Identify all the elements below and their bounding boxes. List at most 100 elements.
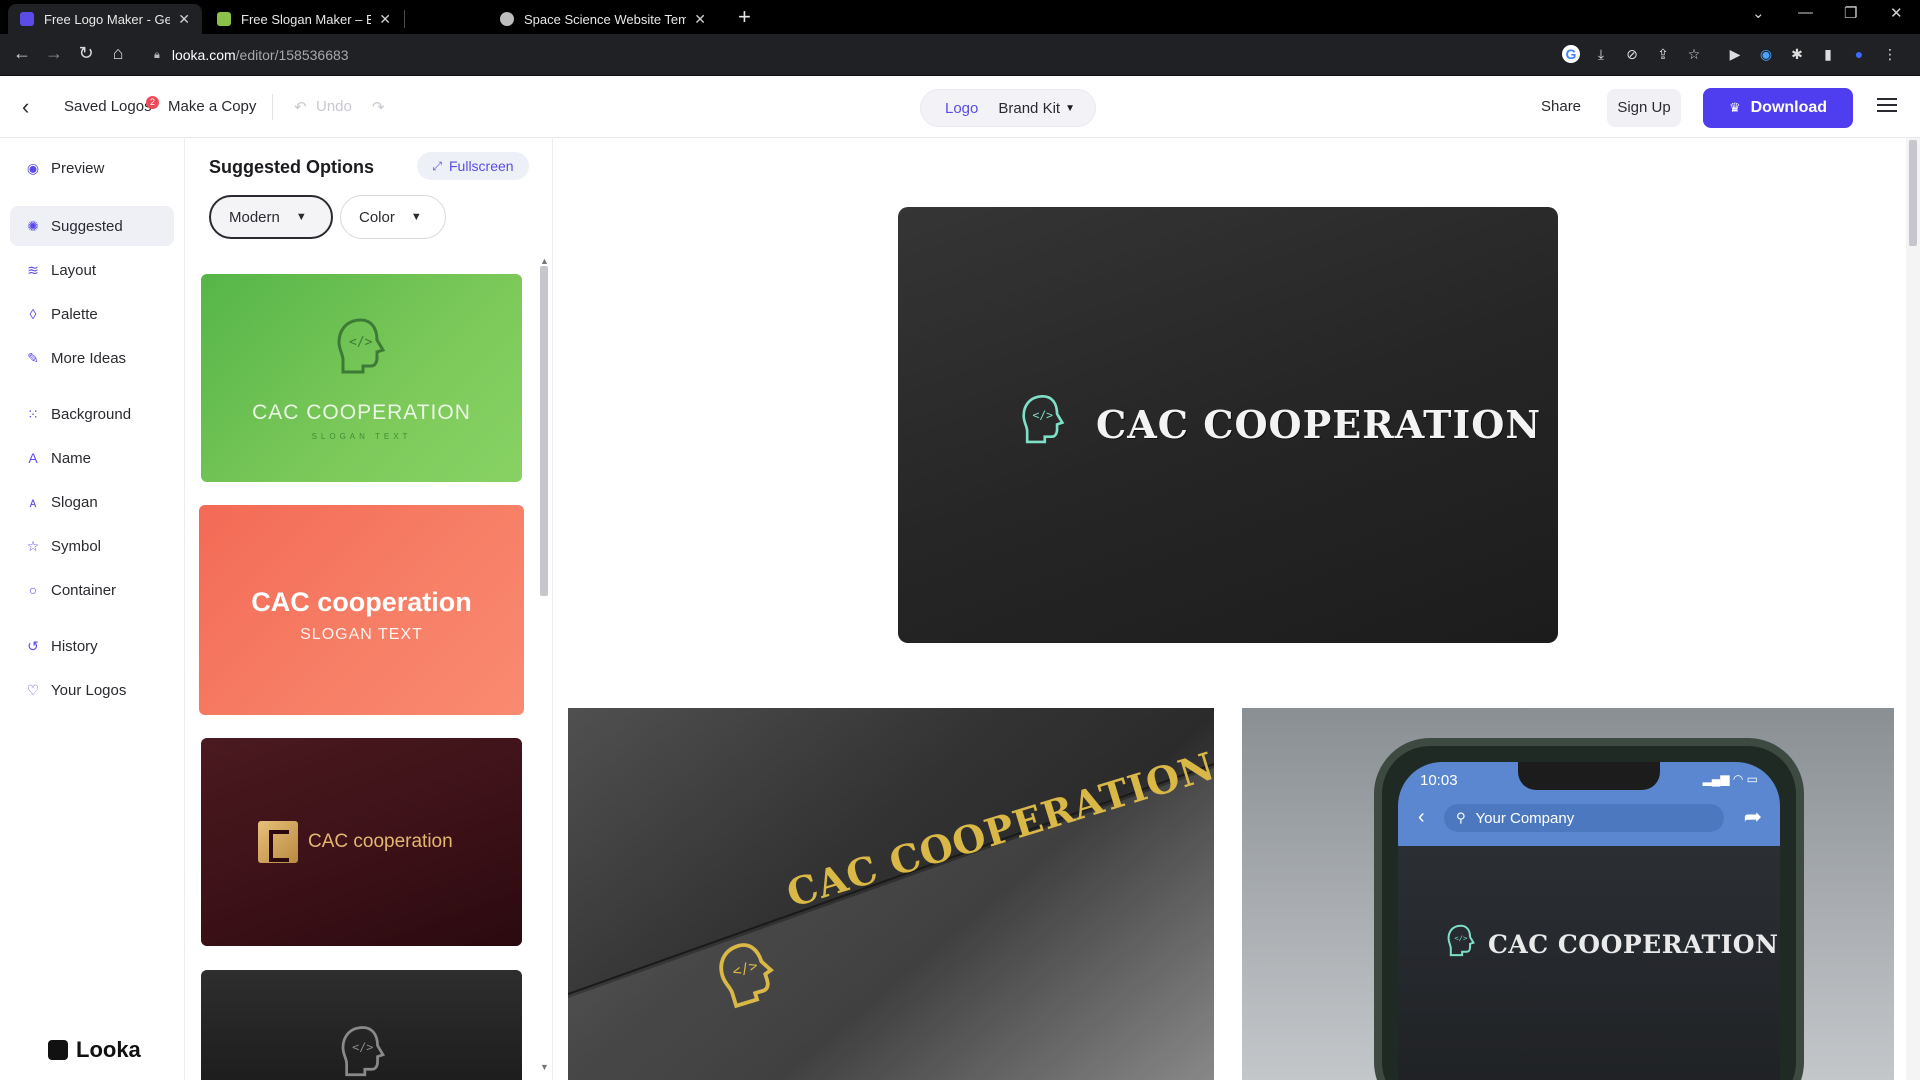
sidebar-item-preview[interactable]: ◉ Preview: [10, 148, 174, 188]
main-logo-preview[interactable]: </> CAC COOPERATION: [898, 207, 1558, 643]
side-panel-icon[interactable]: ▮: [1819, 45, 1837, 63]
bookmark-star-icon[interactable]: ☆: [1685, 45, 1703, 63]
url-input[interactable]: 🔒︎ looka.com /editor/158536683: [140, 40, 1540, 70]
tab-search-icon[interactable]: ⌄: [1752, 4, 1765, 22]
scroll-up-icon[interactable]: ▲: [540, 256, 549, 266]
phone-search-text: Your Company: [1475, 809, 1575, 827]
sidebar-item-suggested[interactable]: ✺ Suggested: [10, 206, 174, 246]
install-icon[interactable]: ⤓: [1592, 45, 1610, 63]
svg-text:</>: </>: [352, 1040, 373, 1054]
sidebar-item-label: Layout: [51, 261, 97, 279]
sidebar-item-background[interactable]: ⁙ Background: [10, 394, 174, 434]
style-dropdown[interactable]: Modern ▼: [209, 195, 333, 239]
fullscreen-button[interactable]: ⤢ Fullscreen: [417, 152, 529, 180]
chevron-down-icon: ▼: [1065, 102, 1075, 114]
tab-space-science[interactable]: Space Science Website Template ✕: [488, 4, 718, 34]
tab-separator: [404, 10, 405, 28]
profile-icon[interactable]: ●: [1850, 45, 1868, 63]
logo-option-card[interactable]: </> CAC COOPERATION SLOGAN TEXT: [201, 274, 522, 482]
eye-icon: ◉: [26, 159, 40, 176]
logo-option-card[interactable]: CAC cooperation SLOGAN TEXT: [199, 505, 524, 715]
forward-icon[interactable]: →: [42, 43, 66, 64]
close-tab-icon[interactable]: ✕: [694, 11, 706, 28]
sidebar-item-name[interactable]: A Name: [10, 438, 174, 478]
logo-option-card[interactable]: </>: [201, 970, 522, 1080]
sidebar-item-symbol[interactable]: ☆ Symbol: [10, 526, 174, 566]
hamburger-menu-icon[interactable]: [1877, 94, 1897, 116]
sidebar-item-slogan[interactable]: ᴀ Slogan: [10, 482, 174, 522]
tab-logo[interactable]: Logo: [945, 100, 978, 117]
back-arrow-icon[interactable]: ‹: [22, 94, 29, 120]
suggested-options-panel: Suggested Options ⤢ Fullscreen Modern ▼ …: [186, 138, 553, 1080]
minimize-icon[interactable]: —: [1798, 4, 1813, 21]
tab-brand-kit[interactable]: Brand Kit: [998, 100, 1060, 117]
logo-option-card[interactable]: CAC cooperation: [201, 738, 522, 946]
back-icon[interactable]: ←: [10, 43, 34, 64]
looka-logo[interactable]: Looka: [48, 1037, 141, 1063]
browser-menu-icon[interactable]: ⋮: [1881, 45, 1899, 63]
text-icon: A: [28, 450, 38, 466]
looka-favicon-icon: [20, 12, 34, 26]
search-icon: ⚲: [1456, 810, 1466, 825]
make-copy-link[interactable]: Make a Copy: [168, 98, 256, 115]
main-scrollbar[interactable]: [1906, 138, 1920, 1080]
color-dropdown[interactable]: Color ▼: [340, 195, 446, 239]
chevron-down-icon: ▼: [295, 211, 307, 223]
drop-icon: ◊: [29, 306, 37, 322]
app-header: ‹ Saved Logos Make a Copy ↶ Undo ↷ Logo …: [0, 76, 1920, 138]
main-scroll-thumb[interactable]: [1909, 140, 1917, 246]
url-path: /editor/158536683: [235, 47, 349, 63]
panel-scroll-thumb[interactable]: [540, 266, 548, 596]
sidebar-item-more-ideas[interactable]: ✎ More Ideas: [10, 338, 174, 378]
business-card-mockup[interactable]: </> CAC COOPERATION: [568, 708, 1214, 1080]
sidebar-item-container[interactable]: ○ Container: [10, 570, 174, 610]
head-code-icon: </>: [1447, 924, 1475, 957]
card-slogan: SLOGAN TEXT: [311, 432, 412, 441]
google-icon[interactable]: G: [1562, 45, 1580, 63]
logo-name: CAC COOPERATION: [1096, 402, 1542, 447]
address-bar-row: ← → ↻ ⌂ 🔒︎ looka.com /editor/158536683 G…: [0, 34, 1920, 76]
restore-icon[interactable]: ❐: [1844, 4, 1857, 22]
tab-looka[interactable]: Free Logo Maker - Get Custom L ✕: [8, 4, 202, 34]
mode-switch: Logo Brand Kit ▼: [920, 89, 1096, 127]
close-tab-icon[interactable]: ✕: [178, 11, 190, 28]
close-tab-icon[interactable]: ✕: [379, 11, 391, 28]
sign-up-button[interactable]: Sign Up: [1607, 89, 1681, 127]
lock-icon: 🔒︎: [154, 48, 160, 61]
new-tab-button[interactable]: +: [738, 4, 751, 30]
share-button[interactable]: Share: [1541, 98, 1581, 115]
redo-icon[interactable]: ↷: [372, 98, 385, 116]
saved-logos-link[interactable]: Saved Logos: [64, 98, 152, 115]
tab-title: Space Science Website Template: [524, 11, 687, 27]
sidebar-item-palette[interactable]: ◊ Palette: [10, 294, 174, 334]
sidebar-item-history[interactable]: ↺ History: [10, 626, 174, 666]
sidebar-item-layout[interactable]: ≋ Layout: [10, 250, 174, 290]
scroll-down-icon[interactable]: ▼: [540, 1062, 549, 1072]
extension-play-icon[interactable]: ▶: [1726, 45, 1744, 63]
share-arrow-icon: ➦: [1743, 804, 1762, 829]
extension-edge-icon[interactable]: ◉: [1757, 45, 1775, 63]
tab-slogan-maker[interactable]: Free Slogan Maker – Business Sl ✕: [205, 4, 403, 34]
undo-button[interactable]: Undo: [316, 98, 352, 115]
head-code-icon: </>: [1022, 394, 1065, 444]
phone-frame: 10:03 ▂▄▆ ◠ ▭ ‹ ⚲ Your Company ➦ </> CAC…: [1374, 738, 1804, 1080]
close-window-icon[interactable]: ✕: [1890, 4, 1903, 22]
phone-mockup[interactable]: 10:03 ▂▄▆ ◠ ▭ ‹ ⚲ Your Company ➦ </> CAC…: [1242, 708, 1894, 1080]
sidebar-item-your-logos[interactable]: ♡ Your Logos: [10, 670, 174, 710]
share-page-icon[interactable]: ⇪: [1654, 45, 1672, 63]
sidebar-item-label: Container: [51, 581, 117, 599]
home-icon[interactable]: ⌂: [106, 43, 130, 64]
brand-name: Looka: [76, 1037, 141, 1062]
sidebar-item-label: Palette: [51, 305, 98, 323]
eye-off-icon[interactable]: ⊘: [1623, 45, 1641, 63]
reload-icon[interactable]: ↻: [74, 43, 98, 64]
sidebar-item-label: Your Logos: [51, 681, 127, 699]
extensions-puzzle-icon[interactable]: ✱: [1788, 45, 1806, 63]
download-button[interactable]: ♛ Download: [1703, 88, 1853, 128]
phone-search-field: ⚲ Your Company: [1444, 804, 1724, 832]
phone-notch: [1518, 762, 1660, 790]
phone-time: 10:03: [1420, 772, 1458, 789]
download-label: Download: [1750, 99, 1828, 116]
svg-text:</>: </>: [731, 958, 760, 981]
undo-icon[interactable]: ↶: [294, 98, 307, 116]
